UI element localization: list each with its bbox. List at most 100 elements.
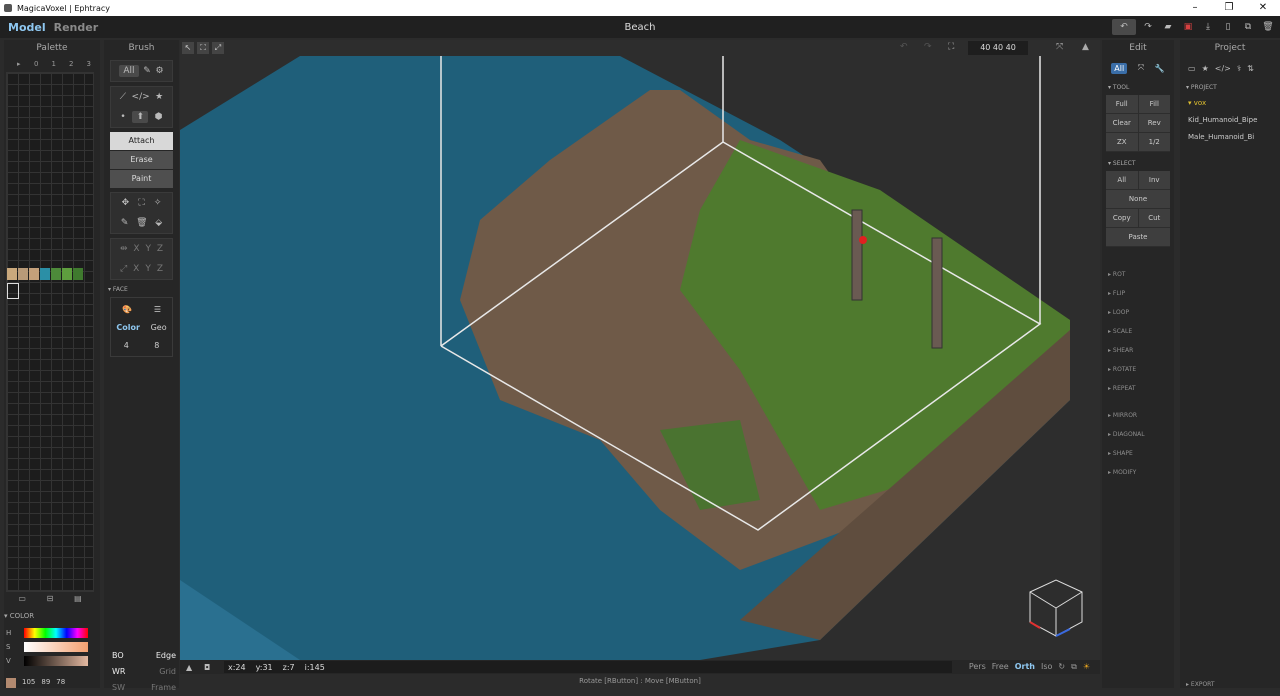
copy-icon[interactable]: ⧉ [1240, 19, 1256, 35]
flag-bo[interactable]: BO [112, 648, 124, 664]
palette-swatch[interactable] [29, 268, 39, 280]
camera-free[interactable]: Free [992, 662, 1009, 672]
saturation-slider[interactable] [24, 642, 88, 652]
select-all-button[interactable]: All [1106, 171, 1138, 189]
rgb-b[interactable]: 78 [56, 678, 65, 688]
close-button[interactable]: ✕ [1246, 0, 1280, 16]
minimize-button[interactable]: – [1178, 0, 1212, 16]
star-tab-icon[interactable]: ★ [1202, 64, 1209, 73]
trash-icon[interactable]: 🗑 [136, 218, 147, 228]
view-undo-icon[interactable]: ↶ [900, 42, 908, 52]
project-section-header[interactable]: ▾ PROJECT [1186, 84, 1280, 91]
flag-wr[interactable]: WR [112, 664, 125, 680]
axis-z[interactable]: Z [157, 264, 163, 274]
edit-wrench-tab[interactable]: 🔧 [1155, 64, 1165, 73]
layout-icon[interactable]: ⧉ [1071, 662, 1077, 672]
sun-icon[interactable]: ☀ [1083, 662, 1090, 672]
open-icon[interactable]: ▰ [1160, 19, 1176, 35]
eyedropper-icon[interactable]: ✎ [121, 218, 129, 228]
cut-button[interactable]: Cut [1137, 209, 1171, 227]
attach-button[interactable]: Attach [110, 132, 173, 150]
tab-model[interactable]: Model [8, 21, 46, 34]
palette-open-icon[interactable]: ▭ [18, 594, 26, 603]
section-flip[interactable]: ▸ FLIP [1108, 290, 1174, 297]
python-tab-icon[interactable]: ⚕ [1237, 64, 1241, 73]
line-brush-icon[interactable]: ⟋ [120, 92, 126, 102]
palette-grid[interactable] [6, 72, 94, 592]
flag-frame[interactable]: Frame [151, 680, 176, 696]
save-icon[interactable]: ▣ [1180, 19, 1196, 35]
camera-iso[interactable]: Iso [1041, 662, 1052, 672]
face-brush-icon[interactable]: ⬆ [132, 111, 148, 123]
folder-tab-icon[interactable]: ▭ [1188, 64, 1196, 73]
full-button[interactable]: Full [1106, 95, 1138, 113]
section-shear[interactable]: ▸ SHEAR [1108, 347, 1174, 354]
palette-new-icon[interactable]: ▤ [74, 594, 82, 603]
palette-swatch[interactable] [62, 268, 72, 280]
select-section-header[interactable]: ▾ SELECT [1108, 160, 1174, 167]
erase-button[interactable]: Erase [110, 151, 173, 169]
magic-wand-icon[interactable]: ✧ [154, 198, 162, 208]
palette-page-0[interactable]: 0 [28, 60, 46, 69]
flag-sw[interactable]: SW [112, 680, 125, 696]
face-color-count[interactable]: 4 [124, 341, 129, 350]
mirror-z[interactable]: Z [157, 244, 163, 254]
section-shape[interactable]: ▸ SHAPE [1108, 450, 1174, 457]
export-icon[interactable]: ⤓ [1200, 19, 1216, 35]
select-none-button[interactable]: None [1106, 190, 1170, 208]
list-item[interactable]: Male_Humanoid_Bi [1188, 129, 1280, 146]
bucket-icon[interactable]: ⬙ [155, 218, 162, 228]
section-modify[interactable]: ▸ MODIFY [1108, 469, 1174, 476]
collapse-status-icon[interactable]: ▲ [186, 663, 192, 672]
mirror-y[interactable]: Y [145, 244, 151, 254]
palette-save-icon[interactable]: ⊟ [47, 594, 54, 603]
model-dimensions[interactable]: 40 40 40 [968, 41, 1028, 55]
menu-icon[interactable]: ☰ [154, 305, 161, 314]
pattern-brush-icon[interactable]: </> [132, 92, 150, 102]
tool-section-header[interactable]: ▾ TOOL [1108, 84, 1174, 91]
color-header[interactable]: ▾ COLOR [4, 612, 34, 620]
invert-button[interactable]: Inv [1137, 171, 1171, 189]
palette-icon[interactable]: 🎨 [122, 305, 132, 314]
export-section[interactable]: ▸ EXPORT [1186, 681, 1215, 688]
edit-all-tab[interactable]: All [1111, 62, 1128, 74]
new-file-icon[interactable]: ▯ [1220, 19, 1236, 35]
palette-page-2[interactable]: 2 [63, 60, 81, 69]
palette-swatch[interactable] [7, 268, 17, 280]
pencil-icon[interactable]: ✎ [143, 66, 151, 76]
palette-page-toggle[interactable]: ▸ [10, 60, 28, 69]
section-loop[interactable]: ▸ LOOP [1108, 309, 1174, 316]
palette-page-3[interactable]: 3 [80, 60, 98, 69]
hue-slider[interactable] [24, 628, 88, 638]
face-color-option[interactable]: Color [116, 323, 140, 332]
star-icon[interactable]: ★ [155, 92, 163, 102]
pointer-icon[interactable]: ↖ [182, 42, 194, 54]
brush-all-button[interactable]: All [119, 65, 139, 77]
axis-y[interactable]: Y [145, 264, 151, 274]
face-geo-option[interactable]: Geo [151, 323, 167, 332]
value-slider[interactable] [24, 656, 88, 666]
orientation-cube[interactable] [1029, 579, 1083, 637]
axis-x[interactable]: X [133, 264, 139, 274]
undo-icon[interactable]: ↶ [1112, 19, 1136, 35]
collapse-icon[interactable]: ▲ [1082, 42, 1089, 52]
camera-pers[interactable]: Pers [969, 662, 986, 672]
section-diagonal[interactable]: ▸ DIAGONAL [1108, 431, 1174, 438]
edit-transform-tab[interactable]: ⤧ [1138, 63, 1144, 73]
fullscreen-icon[interactable]: ⤧ [1056, 42, 1063, 52]
code-tab-icon[interactable]: </> [1215, 64, 1231, 73]
paste-button[interactable]: Paste [1106, 228, 1170, 246]
clear-button[interactable]: Clear [1106, 114, 1138, 132]
flag-grid[interactable]: Grid [159, 664, 176, 680]
face-geo-count[interactable]: 8 [154, 341, 159, 350]
palette-swatch[interactable] [40, 268, 50, 280]
view-redo-icon[interactable]: ↷ [924, 42, 932, 52]
section-rot[interactable]: ▸ ROT [1108, 271, 1174, 278]
box-brush-icon[interactable]: ⬢ [155, 112, 163, 122]
section-mirror[interactable]: ▸ MIRROR [1108, 412, 1174, 419]
frame-select-icon[interactable]: ⛶ [197, 42, 209, 54]
camera-icon[interactable]: ◘ [204, 663, 210, 672]
palette-swatch[interactable] [51, 268, 61, 280]
redo-icon[interactable]: ↷ [1140, 19, 1156, 35]
fill-button[interactable]: Fill [1137, 95, 1171, 113]
